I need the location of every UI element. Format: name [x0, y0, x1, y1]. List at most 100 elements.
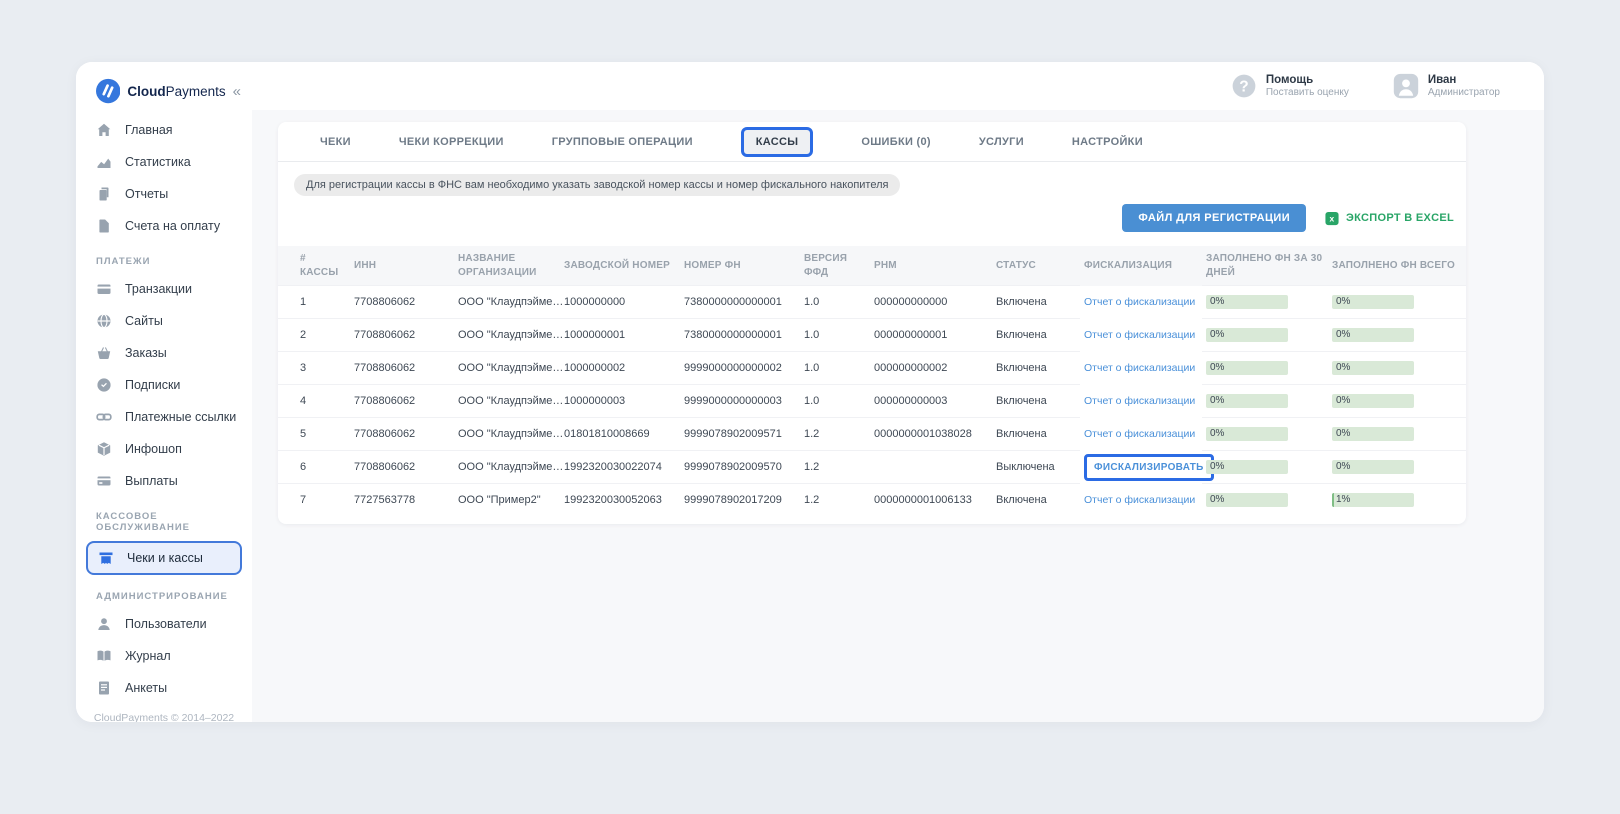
table-header: # КАССЫИНННАЗВАНИЕ ОРГАНИЗАЦИИЗАВОДСКОЙ … [278, 246, 1466, 286]
cell-inn: 7708806062 [350, 286, 454, 319]
sidebar-item-stats[interactable]: Статистика [76, 146, 252, 178]
sidebar-item-form[interactable]: Анкеты [76, 672, 252, 704]
fiscalization-report-link[interactable]: Отчет о фискализации [1084, 395, 1195, 407]
kassy-table: # КАССЫИНННАЗВАНИЕ ОРГАНИЗАЦИИЗАВОДСКОЙ … [278, 246, 1466, 516]
tab-3[interactable]: ГРУППОВЫЕ ОПЕРАЦИИ [552, 136, 693, 148]
sidebar-item-reports[interactable]: Отчеты [76, 178, 252, 210]
fn-progress-bar: 0% [1332, 427, 1414, 441]
tab-4[interactable]: КАССЫ [741, 127, 814, 157]
column-header: СТАТУС [992, 246, 1080, 286]
table-row: 77727563778ООО "Пример2"1992320030052063… [278, 484, 1466, 517]
sidebar-item-label: Подписки [125, 378, 180, 392]
user-name: Иван [1428, 73, 1500, 87]
fn-progress-label: 0% [1210, 295, 1224, 309]
table-row: 47708806062ООО "Клаудпэйме…1000000003999… [278, 385, 1466, 418]
tab-6[interactable]: УСЛУГИ [979, 136, 1024, 148]
column-header: ЗАПОЛНЕНО ФН ВСЕГО [1328, 246, 1466, 286]
sidebar-nav: ГлавнаяСтатистикаОтчетыСчета на оплатуПЛ… [76, 110, 252, 704]
sidebar-item-card[interactable]: Транзакции [76, 273, 252, 305]
tab-bar: ЧЕКИ ЧЕКИ КОРРЕКЦИИ ГРУППОВЫЕ ОПЕРАЦИИ КАСС… [278, 122, 1466, 162]
sidebar-item-payout[interactable]: Выплаты [76, 465, 252, 497]
brand-bold: Cloud [127, 84, 165, 99]
cell-status: Включена [992, 286, 1080, 319]
cell-status: Включена [992, 385, 1080, 418]
cell-fiscalization: Отчет о фискализации [1080, 484, 1202, 517]
help-subtitle: Поставить оценку [1266, 87, 1349, 100]
fiscalization-report-link[interactable]: Отчет о фискализации [1084, 428, 1195, 440]
user-avatar-icon [1393, 73, 1419, 99]
cell-fn-filled-30-days: 0% [1202, 418, 1328, 451]
cell-fn-filled-total: 0% [1328, 319, 1466, 352]
cell-ffd-version: 1.0 [800, 385, 870, 418]
form-icon [96, 680, 112, 696]
cell-serial-number: 1000000001 [560, 319, 680, 352]
fiscalization-report-link[interactable]: Отчет о фискализации [1084, 296, 1195, 308]
sidebar-item-badge[interactable]: Подписки [76, 369, 252, 401]
fn-progress-bar: 0% [1206, 394, 1288, 408]
actions-row: ФАЙЛ ДЛЯ РЕГИСТРАЦИИ x ЭКСПОРТ В EXCEL [278, 196, 1466, 232]
sidebar-item-users[interactable]: Пользователи [76, 608, 252, 640]
fn-progress-label: 0% [1210, 460, 1224, 474]
cell-fiscalization: ФИСКАЛИЗИРОВАТЬ [1080, 451, 1202, 484]
user-menu[interactable]: Иван Администратор [1393, 73, 1500, 100]
fn-progress-bar: 0% [1332, 361, 1414, 375]
logo-row: CloudPayments [76, 62, 252, 110]
sidebar-item-link[interactable]: Платежные ссылки [76, 401, 252, 433]
sidebar-item-invoice[interactable]: Счета на оплату [76, 210, 252, 242]
users-icon [96, 616, 112, 632]
home-icon [96, 122, 112, 138]
cell-fn-filled-total: 0% [1328, 385, 1466, 418]
fn-progress-bar: 0% [1206, 295, 1288, 309]
question-icon: ? [1231, 73, 1257, 99]
sidebar-item-label: Счета на оплату [125, 219, 220, 233]
sidebar-item-globe[interactable]: Сайты [76, 305, 252, 337]
cell-fn-filled-total: 0% [1328, 418, 1466, 451]
app-window: CloudPayments ГлавнаяСтатистикаОтчеты Сче… [76, 62, 1544, 722]
sidebar-item-basket[interactable]: Заказы [76, 337, 252, 369]
table-row: 27708806062ООО "Клаудпэйме…1000000001738… [278, 319, 1466, 352]
cell-ffd-version: 1.0 [800, 286, 870, 319]
tab-1[interactable]: ЧЕКИ [320, 136, 351, 148]
sidebar-item-label: Платежные ссылки [125, 410, 236, 424]
cell-fiscalization: Отчет о фискализации [1080, 286, 1202, 319]
help-button[interactable]: ? Помощь Поставить оценку [1231, 73, 1349, 100]
tab-7[interactable]: НАСТРОЙКИ [1072, 136, 1143, 148]
export-excel-button[interactable]: x ЭКСПОРТ В EXCEL [1324, 211, 1454, 226]
fiscalization-report-link[interactable]: Отчет о фискализации [1084, 329, 1195, 341]
cell-inn: 7727563778 [350, 484, 454, 517]
sidebar-item-journal[interactable]: Журнал [76, 640, 252, 672]
fn-progress-bar: 0% [1206, 361, 1288, 375]
fn-progress-bar: 0% [1332, 328, 1414, 342]
cell-kassa-num: 1 [278, 286, 350, 319]
cell-serial-number: 1000000000 [560, 286, 680, 319]
fiscalization-report-link[interactable]: Отчет о фискализации [1084, 494, 1195, 506]
fiscalization-report-link[interactable]: Отчет о фискализации [1084, 362, 1195, 374]
cell-status: Включена [992, 418, 1080, 451]
column-header: НОМЕР ФН [680, 246, 800, 286]
cell-ffd-version: 1.2 [800, 484, 870, 517]
cell-org-name: ООО "Клаудпэйме… [454, 451, 560, 484]
cell-status: Выключена [992, 451, 1080, 484]
fiscalize-button[interactable]: ФИСКАЛИЗИРОВАТЬ [1084, 454, 1214, 481]
tab-5[interactable]: ОШИБКИ (0) [861, 136, 931, 148]
sidebar-item-cube[interactable]: Инфошоп [76, 433, 252, 465]
cell-fn-number: 9999078902017209 [680, 484, 800, 517]
invoice-icon [96, 218, 112, 234]
fn-progress-label: 0% [1210, 427, 1224, 441]
sidebar-item-label: Анкеты [125, 681, 167, 695]
cell-fiscalization: Отчет о фискализации [1080, 385, 1202, 418]
cell-kassa-num: 6 [278, 451, 350, 484]
topbar: ? Помощь Поставить оценку Иван Администр… [252, 62, 1544, 110]
cell-ffd-version: 1.2 [800, 418, 870, 451]
registration-file-button[interactable]: ФАЙЛ ДЛЯ РЕГИСТРАЦИИ [1122, 204, 1306, 232]
tab-2[interactable]: ЧЕКИ КОРРЕКЦИИ [399, 136, 504, 148]
cell-ffd-version: 1.0 [800, 319, 870, 352]
sidebar: CloudPayments ГлавнаяСтатистикаОтчеты Сче… [76, 62, 252, 722]
payout-icon [96, 473, 112, 489]
sidebar-item-receipt[interactable]: Чеки и кассы [86, 541, 242, 575]
cell-serial-number: 1992320030052063 [560, 484, 680, 517]
cell-fn-number: 9999078902009570 [680, 451, 800, 484]
collapse-sidebar-icon[interactable] [233, 83, 240, 100]
cell-fiscalization: Отчет о фискализации [1080, 352, 1202, 385]
sidebar-item-home[interactable]: Главная [76, 114, 252, 146]
